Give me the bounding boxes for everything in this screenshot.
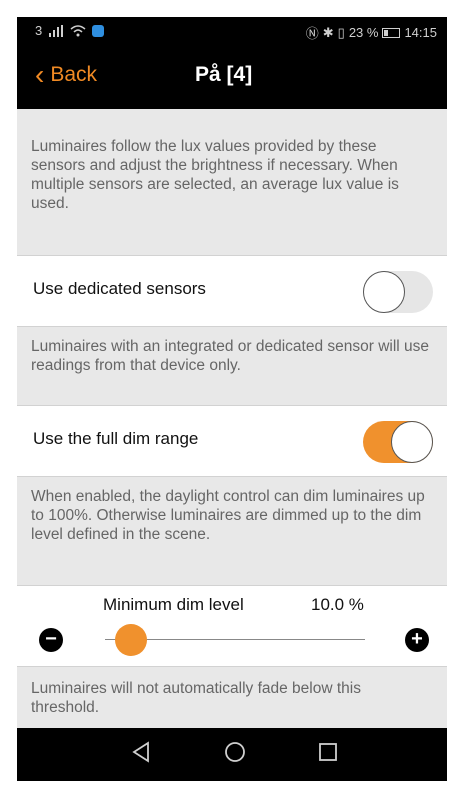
nfc-icon: Ⓝ bbox=[305, 26, 319, 41]
recents-square-icon[interactable] bbox=[317, 740, 339, 764]
page-title: På [4] bbox=[195, 63, 253, 86]
wifi-icon bbox=[70, 24, 86, 36]
decrease-button[interactable]: − bbox=[39, 628, 63, 652]
full-dim-range-label: Use the full dim range bbox=[33, 429, 199, 448]
dedicated-sensors-description: Luminaires with an integrated or dedicat… bbox=[17, 327, 447, 405]
status-left: 3 bbox=[35, 23, 105, 38]
dedicated-sensors-toggle[interactable] bbox=[363, 271, 433, 313]
minimum-dim-label: Minimum dim level bbox=[103, 595, 244, 614]
battery-icon bbox=[382, 27, 401, 38]
full-dim-description: When enabled, the daylight control can d… bbox=[17, 477, 447, 585]
increase-button[interactable]: + bbox=[405, 628, 429, 652]
slider-thumb[interactable] bbox=[115, 624, 147, 656]
clock-text: 14:15 bbox=[404, 25, 437, 40]
minimum-dim-row: Minimum dim level 10.0 % − + bbox=[17, 585, 447, 667]
back-triangle-icon[interactable] bbox=[131, 740, 151, 764]
back-label: Back bbox=[50, 63, 98, 86]
status-bar: 3 Ⓝ ✱ ▯ 23 % 14:15 bbox=[17, 17, 447, 45]
dedicated-sensors-label: Use dedicated sensors bbox=[33, 279, 206, 298]
toggle-knob bbox=[363, 271, 405, 313]
battery-text: 23 % bbox=[348, 25, 379, 40]
full-dim-range-row[interactable]: Use the full dim range bbox=[17, 405, 447, 477]
carrier-text: 3 bbox=[35, 23, 43, 38]
vibrate-icon: ▯ bbox=[337, 24, 345, 40]
full-dim-range-toggle[interactable] bbox=[363, 421, 433, 463]
dedicated-sensors-row[interactable]: Use dedicated sensors bbox=[17, 255, 447, 327]
sensors-description: Luminaires follow the lux values provide… bbox=[17, 125, 447, 255]
signal-icon bbox=[49, 24, 64, 37]
system-navigation-bar bbox=[17, 728, 447, 781]
app-notification-icon bbox=[92, 24, 105, 37]
app-screen: 3 Ⓝ ✱ ▯ 23 % 14:15 ‹ Back På [4] Luminai… bbox=[17, 17, 447, 781]
minimum-dim-description: Luminaires will not automatically fade b… bbox=[17, 667, 447, 728]
back-button[interactable]: ‹ Back bbox=[35, 59, 98, 90]
status-right: Ⓝ ✱ ▯ 23 % 14:15 bbox=[306, 23, 437, 42]
minimum-dim-value: 10.0 % bbox=[311, 595, 364, 614]
navigation-bar: ‹ Back På [4] bbox=[17, 45, 447, 109]
bluetooth-icon: ✱ bbox=[322, 24, 334, 40]
toggle-knob bbox=[391, 421, 433, 463]
home-circle-icon[interactable] bbox=[223, 740, 247, 764]
chevron-left-icon: ‹ bbox=[35, 59, 45, 90]
